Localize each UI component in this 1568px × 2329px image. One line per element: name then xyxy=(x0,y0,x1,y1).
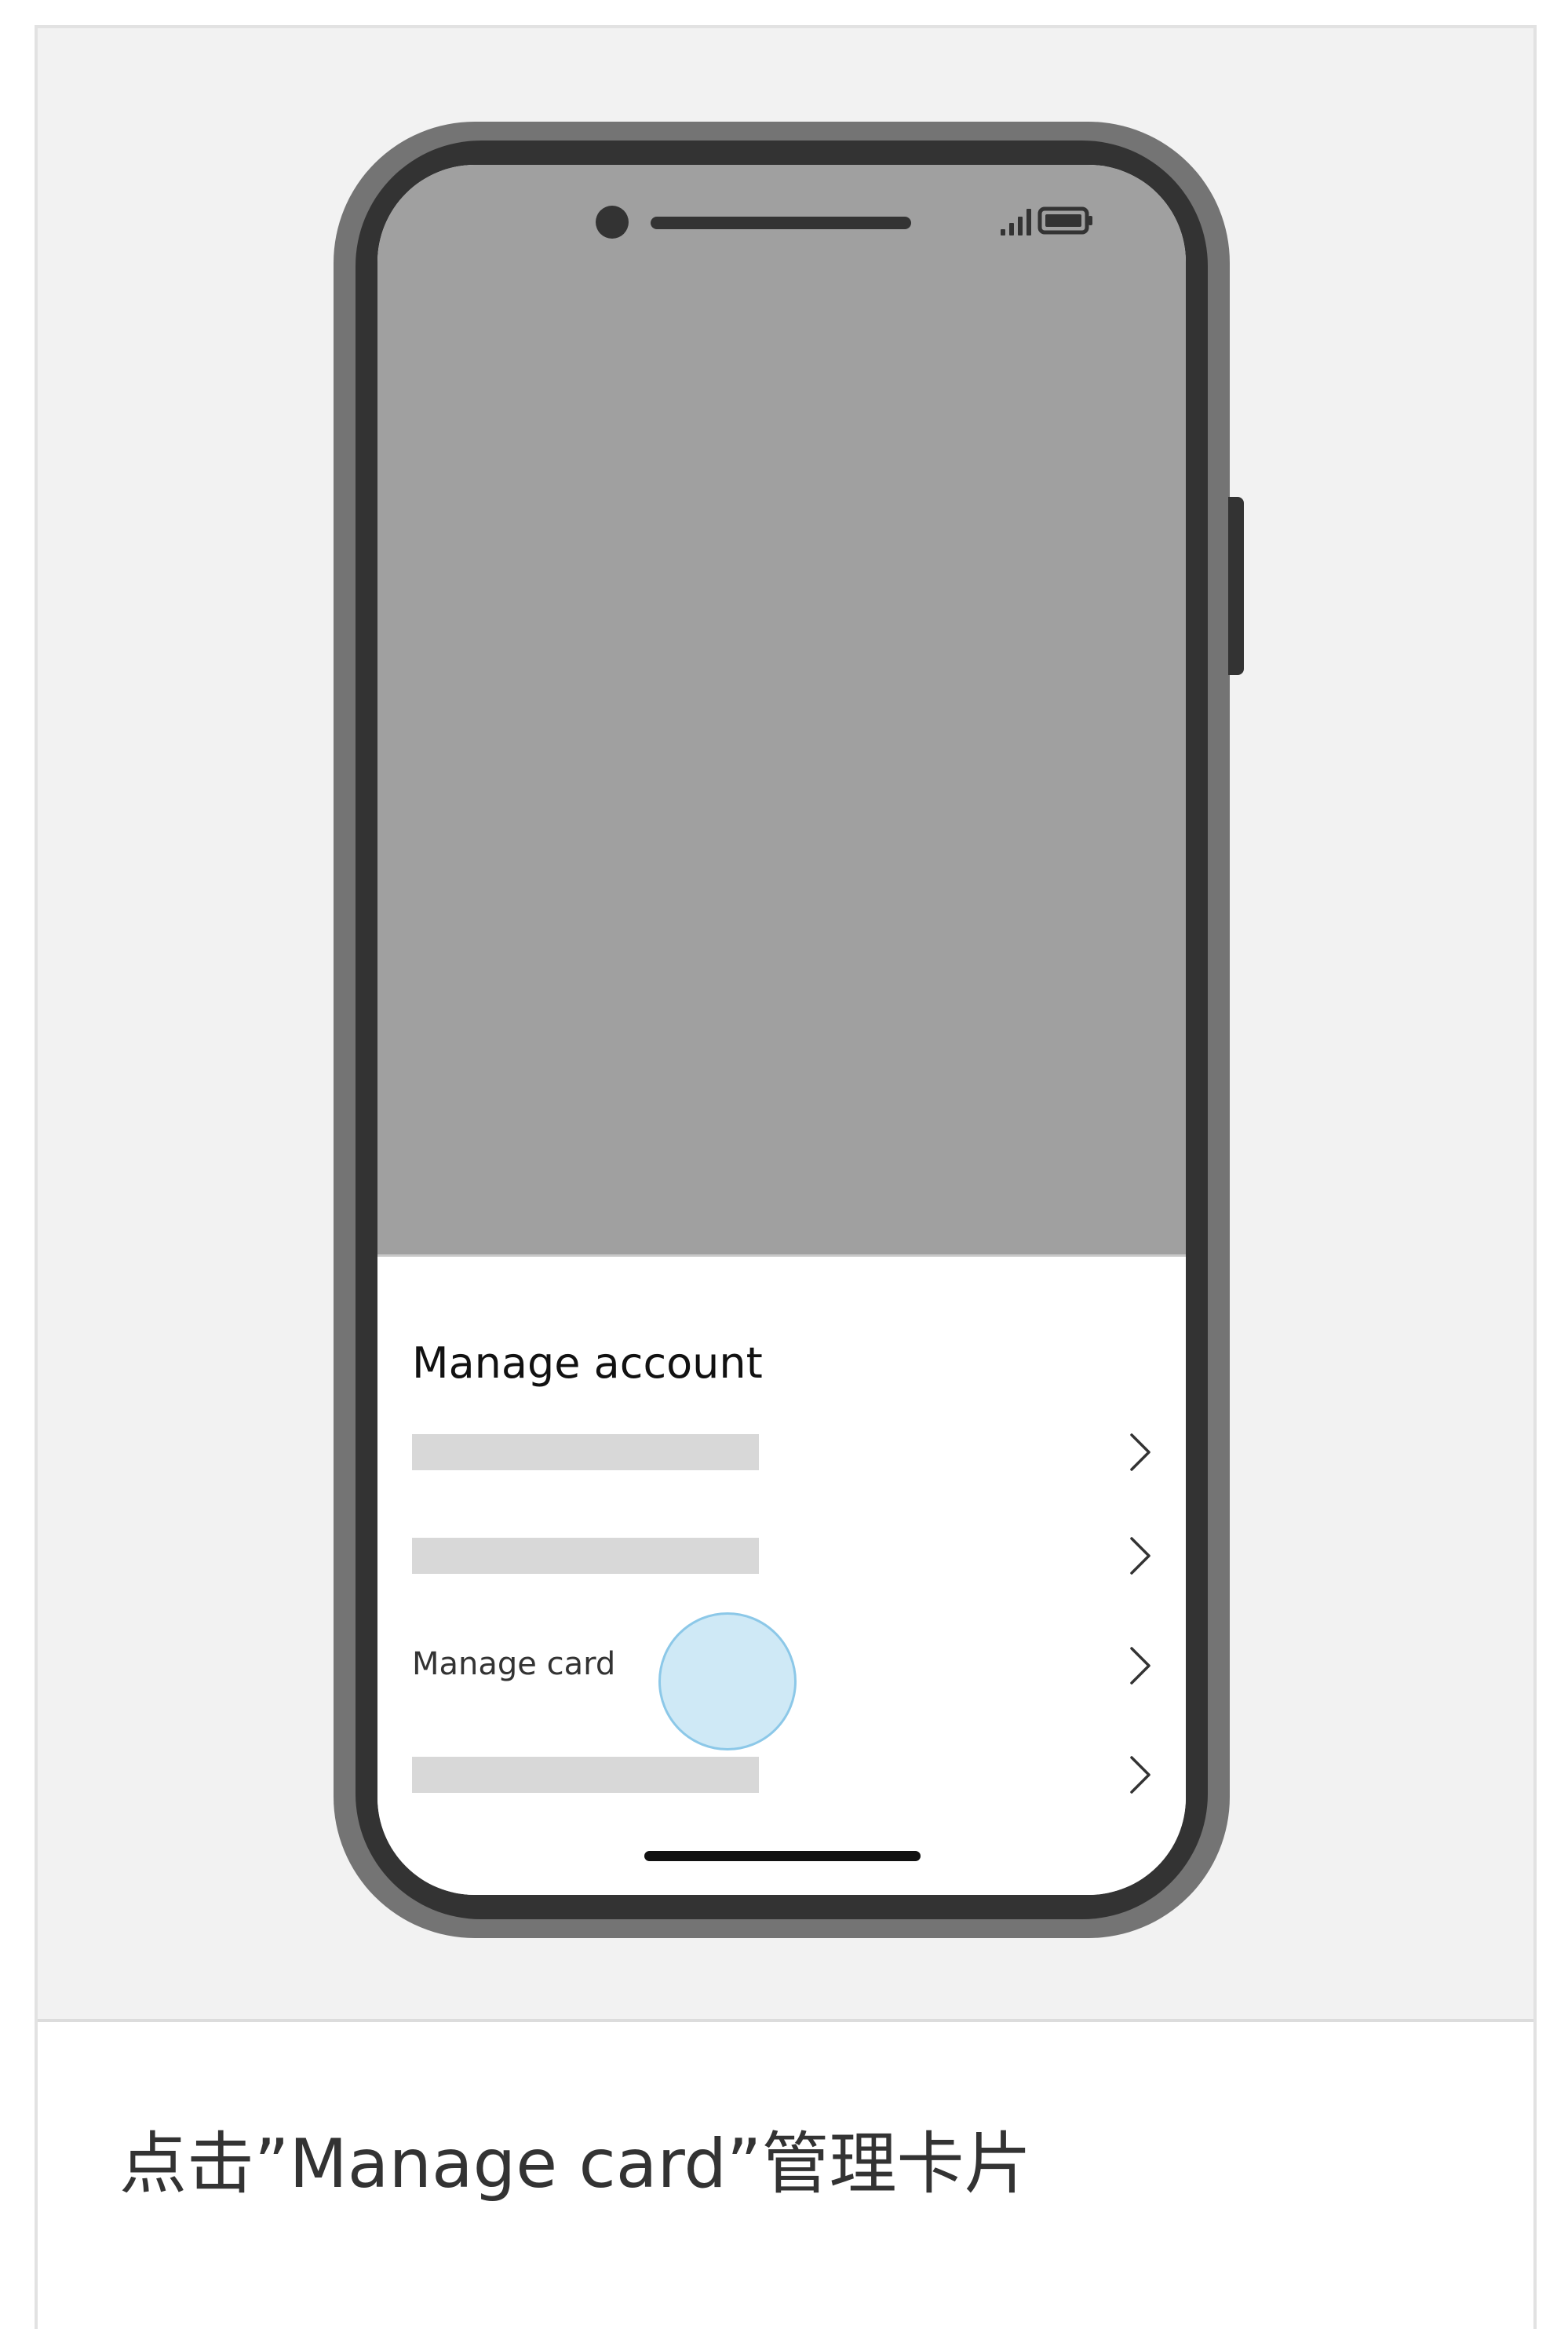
row-placeholder-bar xyxy=(412,1757,759,1793)
row-placeholder-bar xyxy=(412,1538,759,1574)
tap-indicator xyxy=(658,1612,797,1750)
manage-account-sheet: Manage account Manage card xyxy=(377,1257,1186,1895)
instruction-card: Manage account Manage card 点击”Manage car… xyxy=(35,25,1537,2329)
menu-row-4[interactable] xyxy=(412,1756,1152,1794)
status-bar-icons xyxy=(1001,206,1092,235)
phone-screen: Manage account Manage card xyxy=(377,165,1186,1895)
menu-row-2[interactable] xyxy=(412,1537,1152,1575)
instruction-caption: 点击”Manage card”管理卡片 xyxy=(119,2125,1032,2203)
front-camera-icon xyxy=(596,206,629,239)
chevron-right-icon xyxy=(1130,1433,1150,1471)
screen-background xyxy=(377,165,1186,1257)
chevron-right-icon xyxy=(1130,1756,1150,1794)
row-placeholder-bar xyxy=(412,1434,759,1470)
sheet-title: Manage account xyxy=(412,1338,763,1388)
battery-icon xyxy=(1037,206,1092,235)
manage-card-label: Manage card xyxy=(412,1646,616,1682)
phone-side-button xyxy=(1228,497,1244,675)
home-indicator[interactable] xyxy=(644,1851,921,1861)
menu-row-1[interactable] xyxy=(412,1433,1152,1471)
phone-frame: Manage account Manage card xyxy=(334,122,1230,1938)
signal-bars-icon xyxy=(1001,209,1031,235)
chevron-right-icon xyxy=(1130,1537,1150,1575)
phone-illustration: Manage account Manage card xyxy=(38,28,1533,2022)
speaker-grille xyxy=(651,217,911,229)
phone-body: Manage account Manage card xyxy=(356,141,1208,1919)
chevron-right-icon xyxy=(1130,1647,1150,1685)
